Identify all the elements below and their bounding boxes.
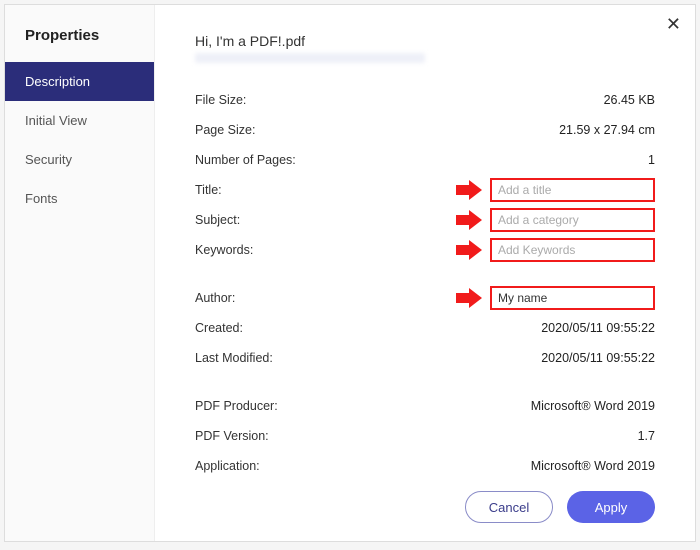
row-title: Title: <box>195 175 655 205</box>
created-value: 2020/05/11 09:55:22 <box>375 321 655 335</box>
arrow-icon <box>456 210 482 230</box>
row-page-size: Page Size: 21.59 x 27.94 cm <box>195 115 655 145</box>
sidebar-item-fonts[interactable]: Fonts <box>5 179 154 218</box>
producer-value: Microsoft® Word 2019 <box>375 399 655 413</box>
arrow-icon <box>456 288 482 308</box>
pages-label: Number of Pages: <box>195 153 375 167</box>
keywords-input[interactable] <box>490 238 655 262</box>
modified-label: Last Modified: <box>195 351 375 365</box>
file-size-label: File Size: <box>195 93 375 107</box>
row-created: Created: 2020/05/11 09:55:22 <box>195 313 655 343</box>
sidebar: Properties Description Initial View Secu… <box>5 5 155 541</box>
arrow-icon <box>456 240 482 260</box>
main-panel: Hi, I'm a PDF!.pdf File Size: 26.45 KB P… <box>155 5 695 541</box>
row-author: Author: <box>195 283 655 313</box>
keywords-label: Keywords: <box>195 243 375 257</box>
row-keywords: Keywords: <box>195 235 655 265</box>
row-file-size: File Size: 26.45 KB <box>195 85 655 115</box>
title-label: Title: <box>195 183 375 197</box>
page-size-value: 21.59 x 27.94 cm <box>375 123 655 137</box>
apply-button[interactable]: Apply <box>567 491 655 523</box>
subject-input[interactable] <box>490 208 655 232</box>
row-producer: PDF Producer: Microsoft® Word 2019 <box>195 391 655 421</box>
title-input[interactable] <box>490 178 655 202</box>
version-value: 1.7 <box>375 429 655 443</box>
application-label: Application: <box>195 459 375 473</box>
row-pages: Number of Pages: 1 <box>195 145 655 175</box>
row-modified: Last Modified: 2020/05/11 09:55:22 <box>195 343 655 373</box>
subject-label: Subject: <box>195 213 375 227</box>
file-size-value: 26.45 KB <box>375 93 655 107</box>
sidebar-item-initial-view[interactable]: Initial View <box>5 101 154 140</box>
cancel-button[interactable]: Cancel <box>465 491 553 523</box>
property-fields: File Size: 26.45 KB Page Size: 21.59 x 2… <box>195 85 655 481</box>
page-size-label: Page Size: <box>195 123 375 137</box>
modified-value: 2020/05/11 09:55:22 <box>375 351 655 365</box>
author-label: Author: <box>195 291 375 305</box>
application-value: Microsoft® Word 2019 <box>375 459 655 473</box>
row-version: PDF Version: 1.7 <box>195 421 655 451</box>
pages-value: 1 <box>375 153 655 167</box>
sidebar-title: Properties <box>5 27 154 62</box>
properties-dialog: ✕ Properties Description Initial View Se… <box>4 4 696 542</box>
author-input[interactable] <box>490 286 655 310</box>
document-filename: Hi, I'm a PDF!.pdf <box>195 33 655 49</box>
document-path-redacted <box>195 53 425 63</box>
created-label: Created: <box>195 321 375 335</box>
version-label: PDF Version: <box>195 429 375 443</box>
producer-label: PDF Producer: <box>195 399 375 413</box>
arrow-icon <box>456 180 482 200</box>
dialog-footer: Cancel Apply <box>195 481 655 523</box>
sidebar-item-description[interactable]: Description <box>5 62 154 101</box>
sidebar-item-security[interactable]: Security <box>5 140 154 179</box>
row-application: Application: Microsoft® Word 2019 <box>195 451 655 481</box>
row-subject: Subject: <box>195 205 655 235</box>
